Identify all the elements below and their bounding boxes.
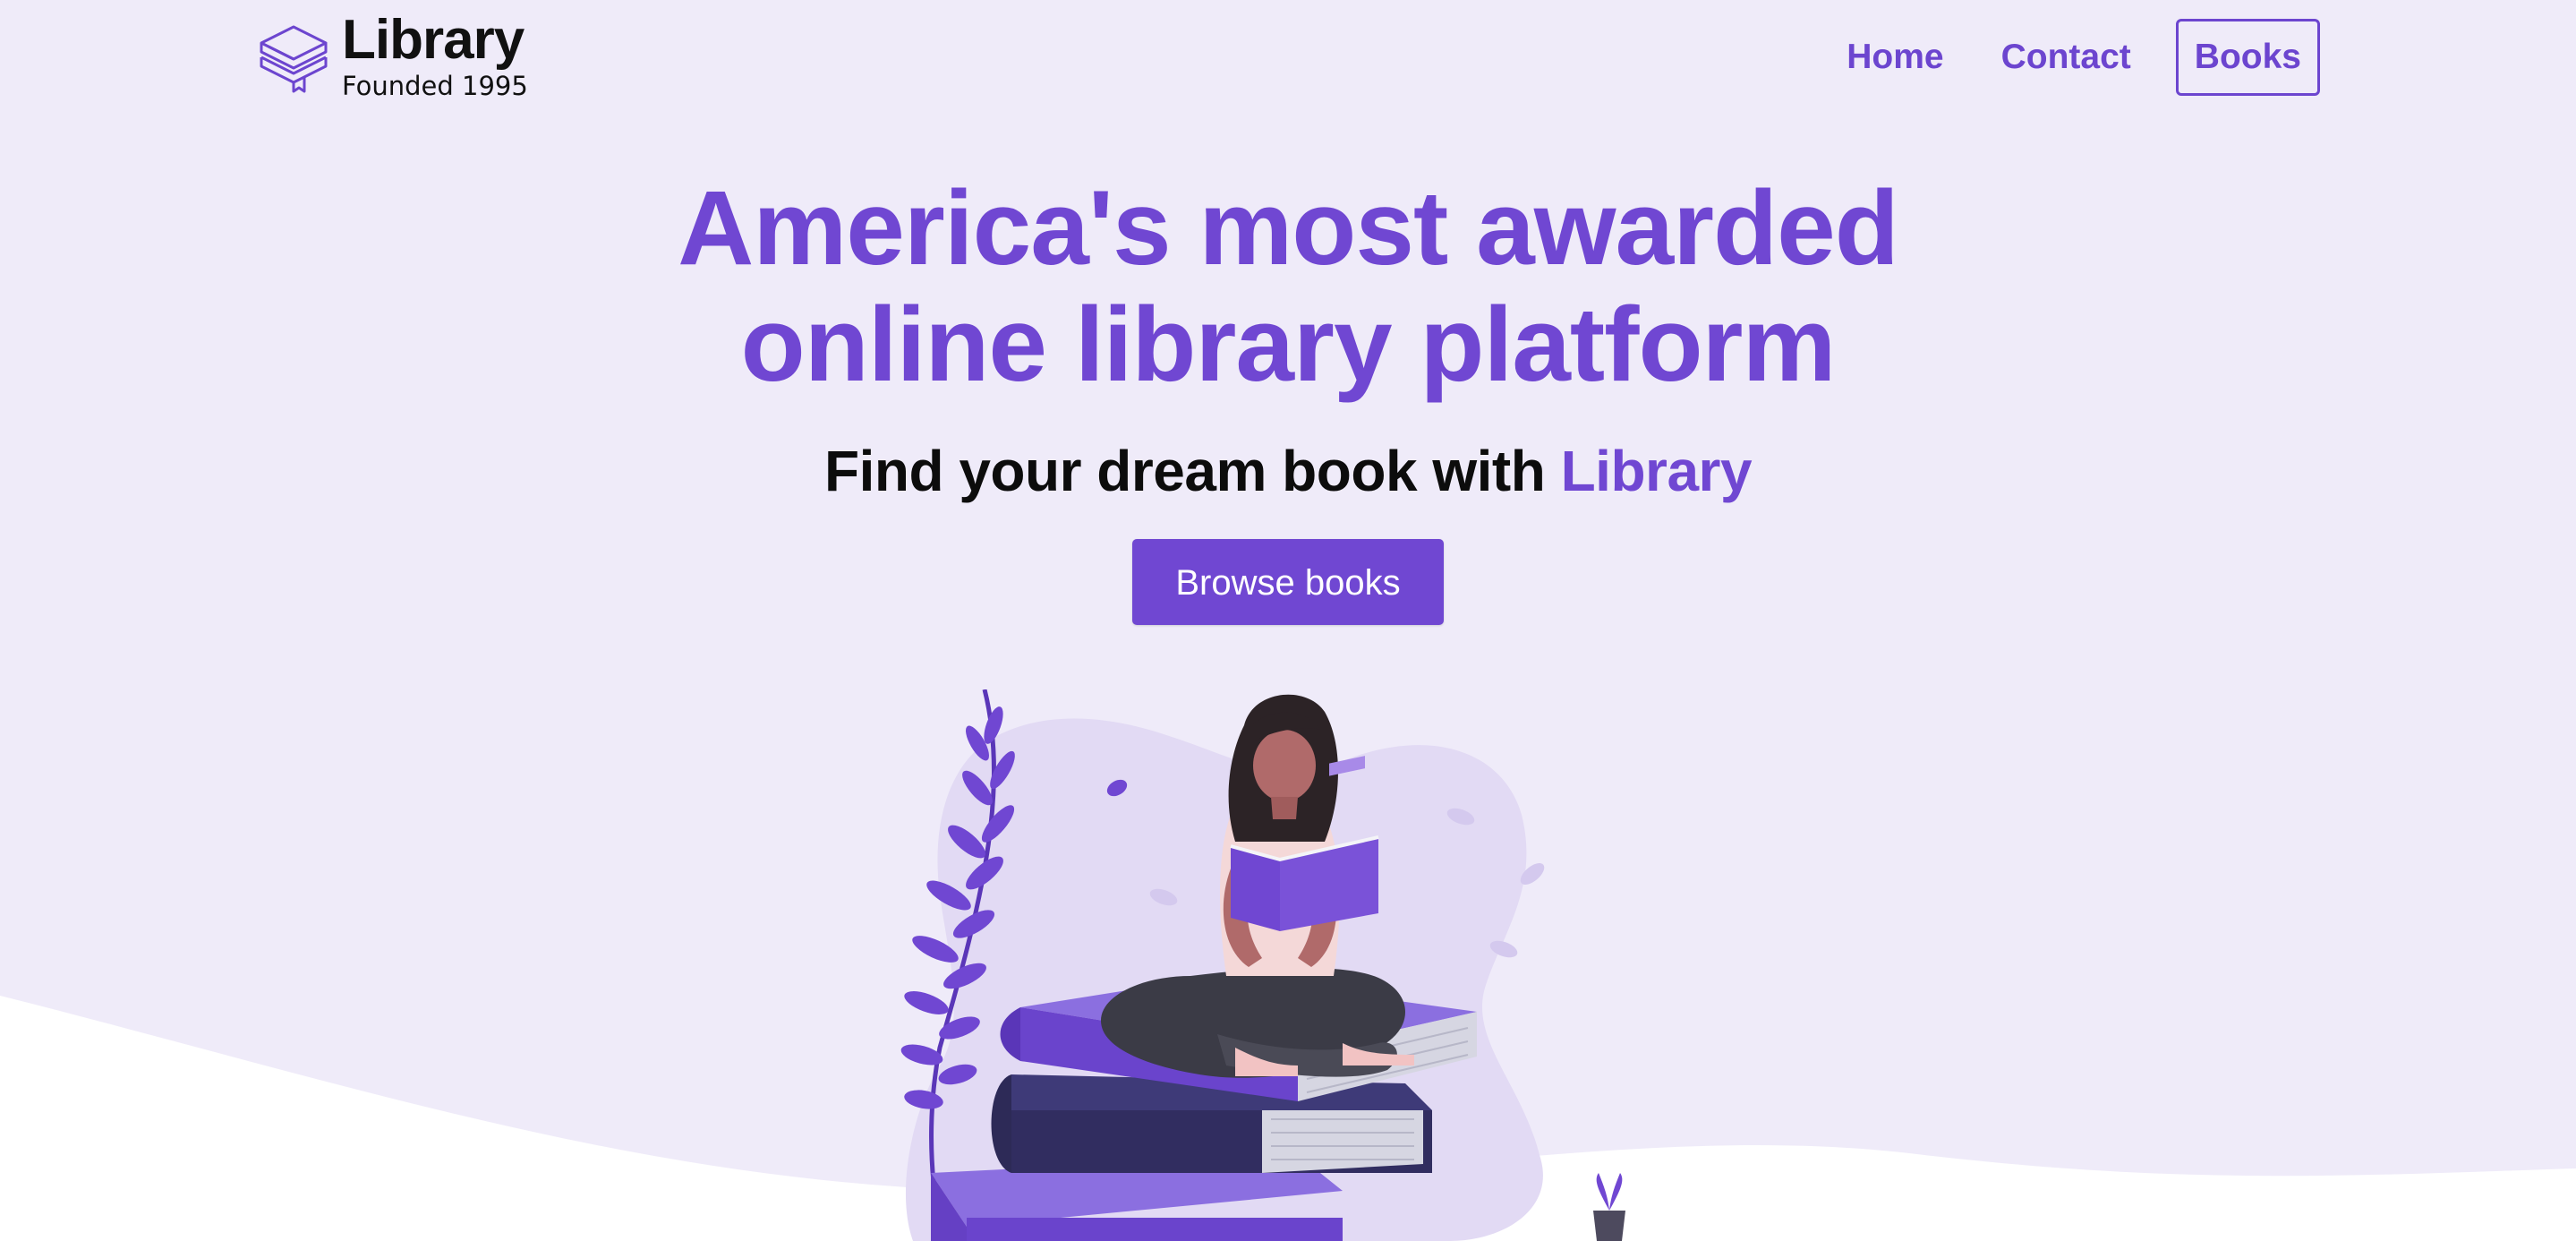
- hero-title: America's most awarded online library pl…: [0, 170, 2576, 403]
- small-potted-plant: [1593, 1173, 1625, 1241]
- hero-subtitle-text: Find your dream book with: [823, 439, 1561, 503]
- brand-logo-link[interactable]: Library Founded 1995: [256, 13, 528, 102]
- site-header: Library Founded 1995 Home Contact Books: [0, 0, 2576, 116]
- main-nav: Home Contact Books: [1838, 19, 2320, 96]
- hero-subtitle-accent: Library: [1560, 439, 1753, 503]
- brand-title: Library: [342, 9, 525, 71]
- hero-title-line-2: online library platform: [740, 286, 1837, 404]
- nav-link-books[interactable]: Books: [2175, 19, 2320, 96]
- hero-title-line-1: America's most awarded: [678, 169, 1899, 287]
- stacked-books-icon: [260, 25, 328, 93]
- hero-section: America's most awarded online library pl…: [0, 170, 2576, 625]
- hero-subtitle: Find your dream book with Library: [0, 437, 2576, 505]
- brand-text: Library Founded 1995: [342, 13, 528, 102]
- nav-link-contact[interactable]: Contact: [1992, 20, 2140, 95]
- woman-reading-on-book-stack-illustration: [900, 689, 1625, 1241]
- brand-subtitle: Founded 1995: [342, 71, 528, 101]
- nav-link-home[interactable]: Home: [1838, 20, 1952, 95]
- browse-books-button[interactable]: Browse books: [1132, 539, 1444, 625]
